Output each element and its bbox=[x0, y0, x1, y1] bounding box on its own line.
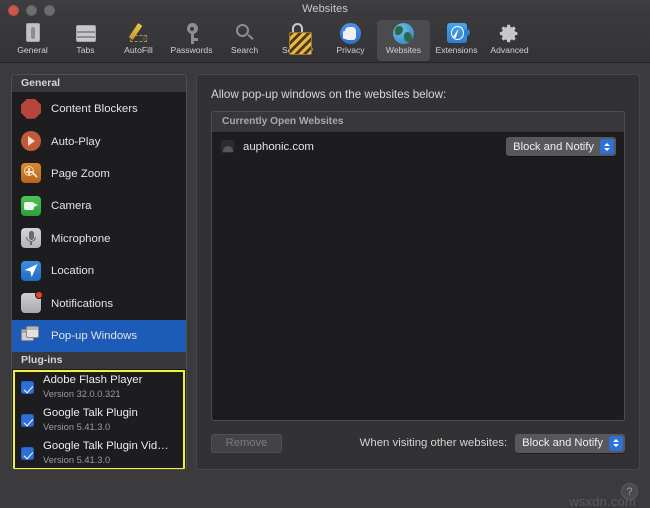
sidebar-group-general: General bbox=[12, 75, 186, 93]
sidebar-item-location[interactable]: Location bbox=[12, 255, 186, 287]
page-zoom-icon bbox=[21, 163, 42, 184]
site-permission-select[interactable]: Block and Notify bbox=[506, 137, 616, 156]
plugin-name: Google Talk Plugin bbox=[43, 407, 138, 420]
sidebar-item-label: Page Zoom bbox=[51, 167, 110, 180]
title-bar: Websites bbox=[0, 0, 650, 20]
sidebar-item-notifications[interactable]: Notifications bbox=[12, 287, 186, 319]
sidebar-item-label: Location bbox=[51, 265, 95, 278]
puzzle-icon bbox=[446, 22, 470, 44]
plugin-version: Version 5.41.3.0 bbox=[43, 421, 111, 432]
plugin-version: Version 32.0.0.321 bbox=[43, 388, 121, 399]
plugin-row[interactable]: Google Talk Plugin Version 5.41.3.0 bbox=[12, 403, 186, 436]
toolbar-label: Privacy bbox=[336, 45, 365, 55]
sidebar-item-page-zoom[interactable]: Page Zoom bbox=[12, 158, 186, 190]
sidebar-item-label: Notifications bbox=[51, 297, 114, 310]
search-icon bbox=[234, 22, 256, 44]
key-icon bbox=[181, 22, 203, 44]
microphone-icon bbox=[21, 228, 42, 249]
toolbar-item-autofill[interactable]: AutoFill bbox=[112, 20, 165, 61]
toolbar-item-security[interactable]: Security bbox=[271, 20, 324, 61]
plugin-name: Google Talk Plugin Vid… bbox=[43, 440, 169, 453]
toolbar-item-search[interactable]: Search bbox=[218, 20, 271, 61]
toolbar-item-extensions[interactable]: Extensions bbox=[430, 20, 483, 61]
sidebar-item-auto-play[interactable]: Auto-Play bbox=[12, 125, 186, 157]
toolbar-label: Tabs bbox=[76, 45, 95, 55]
content-blockers-icon bbox=[21, 98, 42, 120]
panel-bottom-bar: Remove When visiting other websites: Blo… bbox=[211, 421, 625, 465]
websites-list: Currently Open Websites auphonic.com Blo… bbox=[211, 111, 625, 421]
plugin-version: Version 5.41.3.0 bbox=[43, 454, 111, 465]
site-name: auphonic.com bbox=[243, 140, 314, 153]
toolbar-label: Extensions bbox=[435, 45, 478, 55]
plugin-name: Adobe Flash Player bbox=[43, 374, 143, 387]
sidebar-item-label: Content Blockers bbox=[51, 103, 138, 116]
toolbar-label: Search bbox=[230, 45, 259, 55]
tabs-icon bbox=[75, 22, 97, 44]
remove-button[interactable]: Remove bbox=[211, 433, 282, 453]
plugin-checkbox[interactable] bbox=[21, 414, 34, 428]
window-footer: ? wsxdn.com bbox=[0, 480, 650, 508]
sidebar-item-label: Microphone bbox=[51, 232, 111, 245]
sidebar-item-label: Camera bbox=[51, 200, 92, 213]
sidebar-item-content-blockers[interactable]: Content Blockers bbox=[12, 93, 186, 125]
panel-description: Allow pop-up windows on the websites bel… bbox=[211, 88, 447, 101]
plugin-checkbox[interactable] bbox=[21, 381, 34, 395]
watermark: wsxdn.com bbox=[569, 494, 636, 508]
preferences-body: General Content Blockers Auto-Play Page … bbox=[0, 63, 650, 481]
default-permission-select[interactable]: Block and Notify bbox=[515, 433, 625, 453]
hand-icon bbox=[340, 22, 362, 44]
list-section-header: Currently Open Websites bbox=[212, 112, 624, 133]
autofill-icon bbox=[128, 22, 150, 44]
plugin-row[interactable]: Google Talk Plugin Vid… Version 5.41.3.0 bbox=[12, 436, 186, 469]
websites-sidebar: General Content Blockers Auto-Play Page … bbox=[11, 74, 187, 471]
plugins-list: Adobe Flash Player Version 32.0.0.321 Go… bbox=[12, 370, 186, 470]
location-icon bbox=[21, 260, 42, 282]
preferences-window: Websites General Tabs AutoFill Passwords bbox=[0, 0, 650, 508]
sidebar-item-popup-windows[interactable]: Pop-up Windows bbox=[12, 319, 186, 353]
sidebar-item-microphone[interactable]: Microphone bbox=[12, 223, 186, 255]
lock-icon bbox=[287, 22, 312, 55]
toolbar-item-advanced[interactable]: Advanced bbox=[483, 20, 536, 61]
plugin-row[interactable]: Adobe Flash Player Version 32.0.0.321 bbox=[12, 370, 186, 403]
auto-play-icon bbox=[21, 131, 42, 152]
sidebar-group-plugins: Plug-ins bbox=[12, 352, 186, 371]
chevron-updown-icon bbox=[609, 435, 623, 451]
toolbar-item-tabs[interactable]: Tabs bbox=[59, 20, 112, 61]
gear-icon bbox=[499, 22, 521, 44]
popup-windows-icon bbox=[21, 325, 42, 346]
toolbar-item-websites[interactable]: Websites bbox=[377, 20, 430, 61]
favicon-icon bbox=[221, 140, 234, 153]
general-icon bbox=[22, 22, 44, 44]
main-panel: Allow pop-up windows on the websites bel… bbox=[196, 74, 640, 471]
sidebar-item-label: Pop-up Windows bbox=[51, 329, 138, 342]
toolbar-label: Websites bbox=[385, 45, 422, 55]
preferences-toolbar: General Tabs AutoFill Passwords Search P… bbox=[0, 20, 650, 63]
toolbar-label: General bbox=[17, 45, 48, 55]
toolbar-label: Advanced bbox=[490, 45, 529, 55]
notifications-icon bbox=[21, 291, 43, 314]
toolbar-item-general[interactable]: General bbox=[6, 20, 59, 61]
camera-icon bbox=[21, 195, 42, 217]
sidebar-item-label: Auto-Play bbox=[51, 135, 101, 148]
toolbar-item-passwords[interactable]: Passwords bbox=[165, 20, 218, 61]
chevron-updown-icon bbox=[600, 139, 614, 154]
default-setting-label: When visiting other websites: bbox=[359, 437, 508, 449]
sidebar-item-camera[interactable]: Camera bbox=[12, 190, 186, 222]
toolbar-label: AutoFill bbox=[124, 45, 153, 55]
plugin-checkbox[interactable] bbox=[21, 447, 34, 461]
table-row[interactable]: auphonic.com Block and Notify bbox=[212, 133, 624, 160]
window-title: Websites bbox=[302, 3, 348, 15]
toolbar-label: Passwords bbox=[170, 45, 213, 55]
toolbar-item-privacy[interactable]: Privacy bbox=[324, 20, 377, 61]
globe-icon bbox=[393, 22, 415, 44]
